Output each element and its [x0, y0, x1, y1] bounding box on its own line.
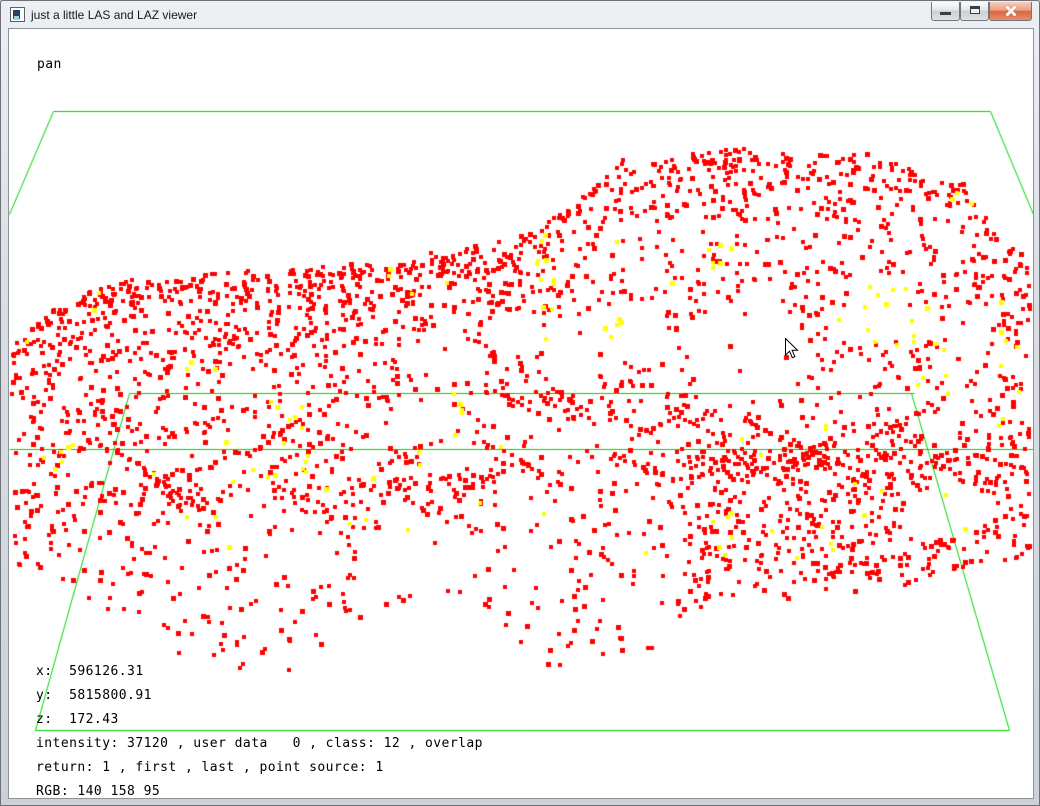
app-icon-pane-light: [14, 16, 19, 20]
window-title: just a little LAS and LAZ viewer: [31, 8, 197, 22]
readout-x: x: 596126.31: [36, 665, 144, 679]
app-window: just a little LAS and LAZ viewer pan x: …: [0, 0, 1040, 806]
maximize-icon: [970, 6, 980, 14]
minimize-icon: [940, 12, 951, 15]
close-button[interactable]: [989, 2, 1032, 21]
readout-rgb: RGB: 140 158 95: [36, 785, 160, 799]
title-bar[interactable]: just a little LAS and LAZ viewer: [1, 1, 1039, 28]
close-icon: [990, 2, 1031, 20]
readout-intensity: intensity: 37120 , user data 0 , class: …: [36, 737, 483, 751]
mouse-cursor: [785, 338, 799, 359]
readout-y: y: 5815800.91: [36, 689, 152, 703]
mode-indicator: pan: [37, 58, 62, 72]
minimize-button[interactable]: [931, 2, 960, 21]
readout-return: return: 1 , first , last , point source:…: [36, 761, 384, 775]
app-icon[interactable]: [10, 7, 25, 22]
readout-z: z: 172.43: [36, 713, 119, 727]
point-cloud-canvas[interactable]: [9, 29, 1033, 798]
viewer-viewport[interactable]: pan x: 596126.31 y: 5815800.91 z: 172.43…: [9, 29, 1033, 798]
maximize-button[interactable]: [960, 2, 989, 21]
